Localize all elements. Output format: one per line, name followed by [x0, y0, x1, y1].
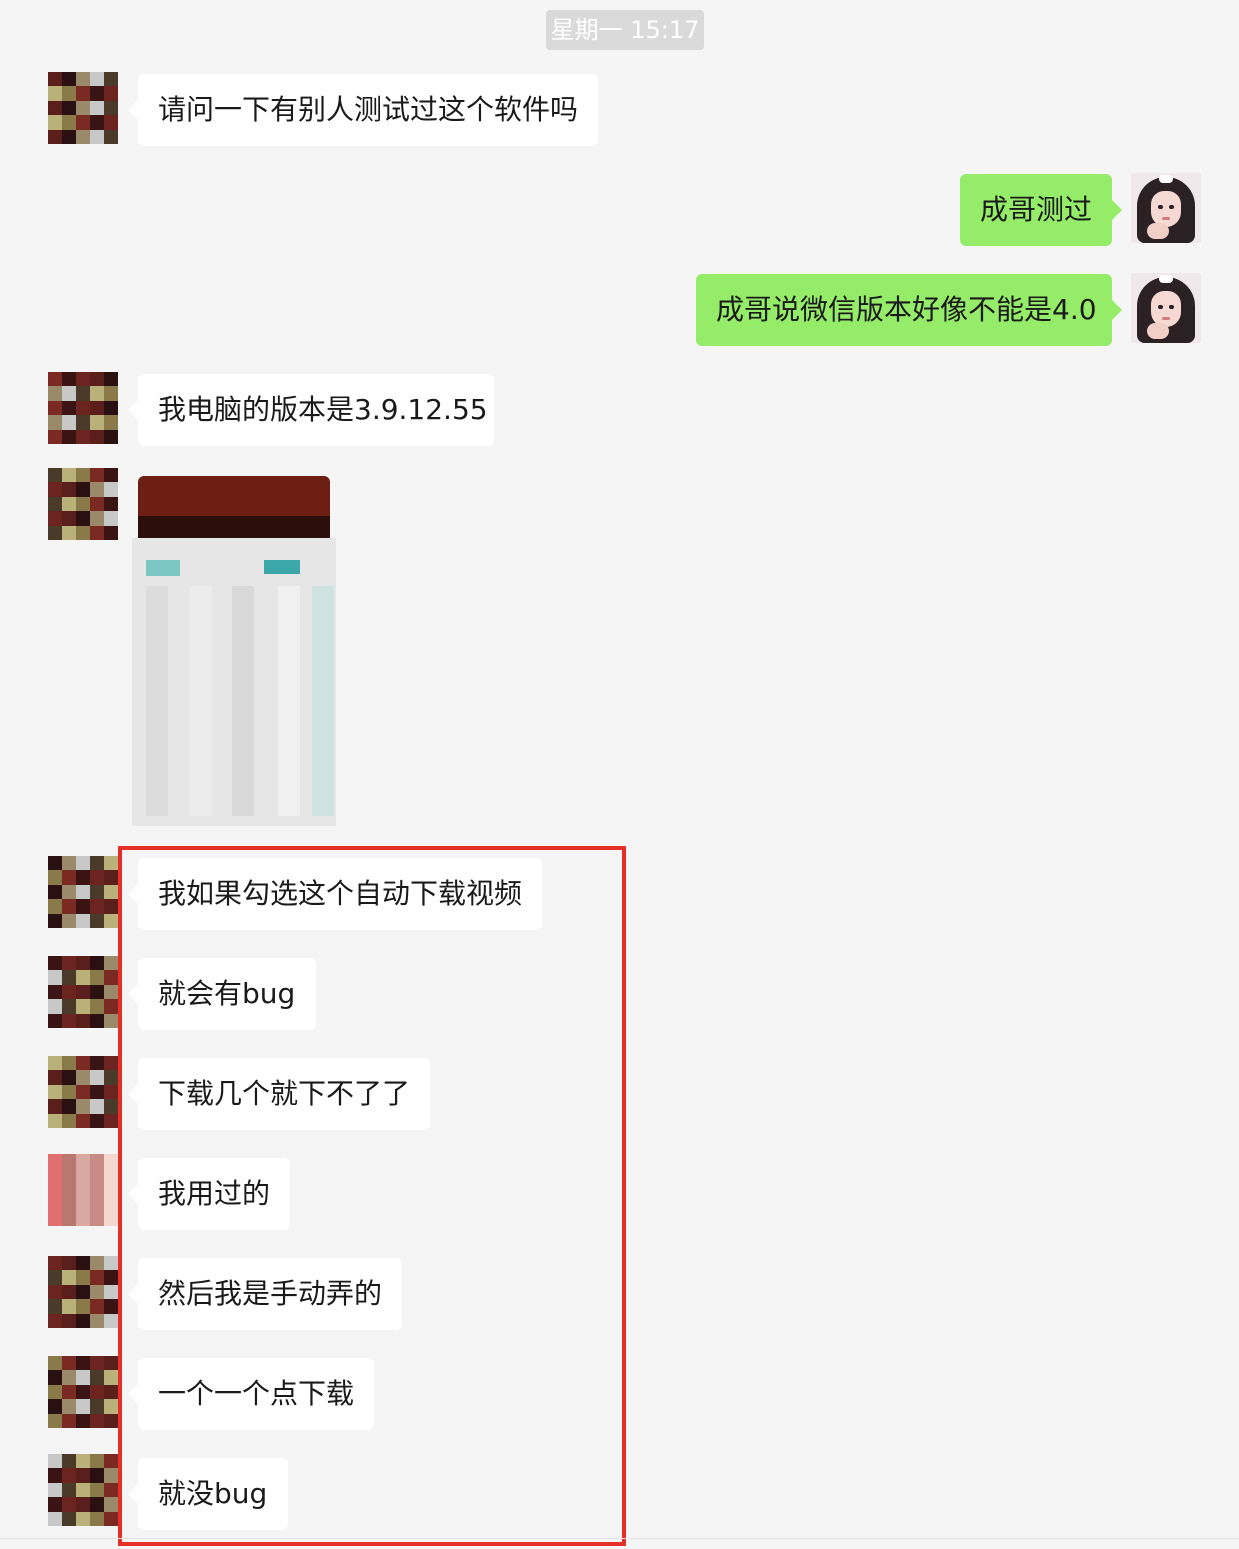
divider	[0, 1538, 1239, 1539]
message-bubble[interactable]: 下载几个就下不了了	[128, 1058, 430, 1130]
avatar[interactable]	[48, 468, 118, 540]
message-bubble[interactable]: 请问一下有别人测试过这个软件吗	[128, 74, 598, 146]
message-bubble[interactable]: 然后我是手动弄的	[128, 1258, 402, 1330]
message-bubble[interactable]: 成哥说微信版本好像不能是4.0	[696, 274, 1122, 346]
avatar[interactable]	[48, 72, 118, 144]
message-bubble[interactable]: 一个一个点下载	[128, 1358, 374, 1430]
message-bubble[interactable]: 就没bug	[128, 1458, 288, 1530]
message-bubble[interactable]: 我电脑的版本是3.9.12.55	[128, 374, 494, 446]
message-bubble[interactable]: 我用过的	[128, 1158, 290, 1230]
avatar[interactable]	[48, 1154, 118, 1226]
avatar[interactable]	[1131, 173, 1201, 243]
message-bubble[interactable]: 成哥测过	[960, 174, 1122, 246]
avatar[interactable]	[1131, 273, 1201, 343]
avatar[interactable]	[48, 1454, 118, 1526]
avatar[interactable]	[48, 1356, 118, 1428]
avatar[interactable]	[48, 956, 118, 1028]
message-bubble[interactable]: 就会有bug	[128, 958, 316, 1030]
message-bubble[interactable]: 我如果勾选这个自动下载视频	[128, 858, 542, 930]
image-message[interactable]	[132, 476, 336, 826]
avatar[interactable]	[48, 372, 118, 444]
timestamp: 星期一 15:17	[546, 10, 704, 50]
avatar[interactable]	[48, 1056, 118, 1128]
avatar[interactable]	[48, 856, 118, 928]
avatar[interactable]	[48, 1256, 118, 1328]
